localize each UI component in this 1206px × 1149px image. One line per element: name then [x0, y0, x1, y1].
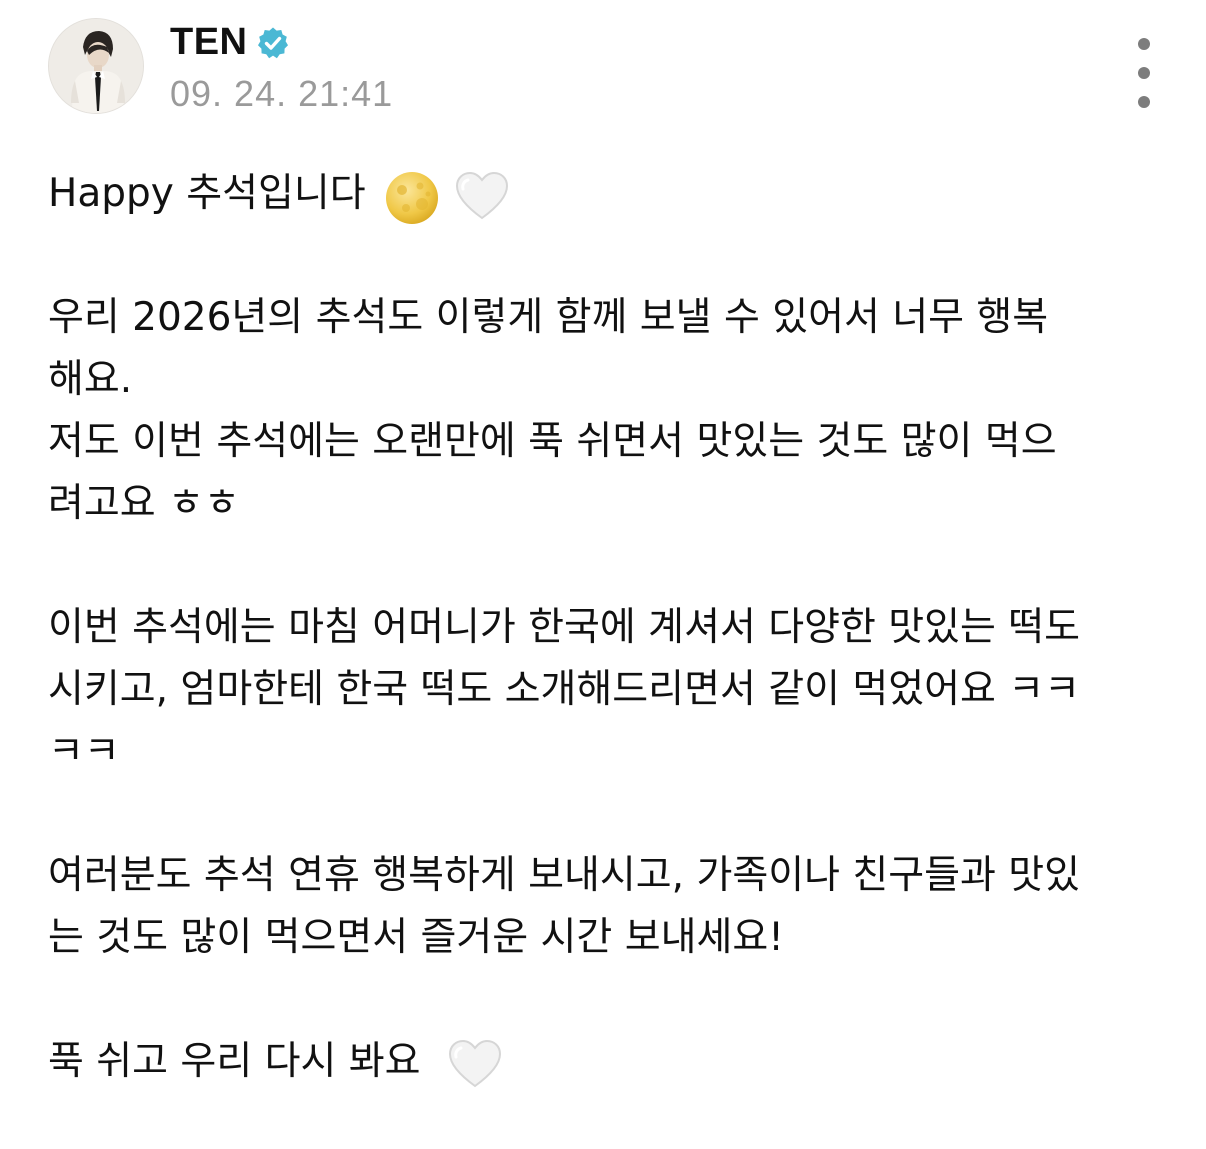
- post-text-line: 여러분도 추석 연휴 행복하게 보내시고, 가족이나 친구들과 맛있: [48, 853, 1081, 898]
- author-avatar[interactable]: [48, 18, 144, 114]
- post-text-line: 는 것도 많이 먹으면서 즐거운 시간 보내세요!: [48, 915, 784, 960]
- post-paragraph-3: 이번 추석에는 마침 어머니가 한국에 계셔서 다양한 맛있는 떡도 시키고, …: [48, 597, 1168, 783]
- more-vertical-icon: [1138, 38, 1150, 50]
- post-text-line: 저도 이번 추석에는 오랜만에 푹 쉬면서 맛있는 것도 많이 먹으: [48, 419, 1057, 464]
- post-text: 푹 쉬고 우리 다시 봐요: [48, 1039, 421, 1084]
- white-heart-icon: [447, 1036, 503, 1092]
- post-text-line: 려고요 ㅎㅎ: [48, 481, 240, 526]
- full-moon-face-icon: [384, 168, 440, 224]
- white-heart-icon: [454, 168, 510, 224]
- post-line-greeting: Happy 추석입니다: [48, 163, 1168, 225]
- post-header: TEN 09. 24. 21:41: [48, 18, 1158, 118]
- profile-photo-icon: [49, 19, 143, 113]
- post-line-closing: 푹 쉬고 우리 다시 봐요: [48, 1031, 1168, 1093]
- post-text: Happy 추석입니다: [48, 171, 366, 216]
- author-name-row: TEN: [170, 20, 290, 64]
- post-text-line: 우리 2026년의 추석도 이렇게 함께 보낼 수 있어서 너무 행복: [48, 295, 1049, 340]
- author-name[interactable]: TEN: [170, 21, 248, 64]
- more-vertical-icon-dot: [1138, 96, 1150, 108]
- post-text-line: 시키고, 엄마한테 한국 떡도 소개해드리면서 같이 먹었어요 ㅋㅋ: [48, 667, 1081, 712]
- post-text-line: 해요.: [48, 357, 133, 402]
- post-text-line: 이번 추석에는 마침 어머니가 한국에 계셔서 다양한 맛있는 떡도: [48, 605, 1081, 650]
- post-card: TEN 09. 24. 21:41 Happy 추석입니다 우리 2026년의 …: [0, 0, 1206, 1149]
- post-timestamp: 09. 24. 21:41: [170, 73, 394, 114]
- more-vertical-icon-dot: [1138, 67, 1150, 79]
- more-options-button[interactable]: [1130, 38, 1158, 108]
- post-paragraph-2: 우리 2026년의 추석도 이렇게 함께 보낼 수 있어서 너무 행복 해요. …: [48, 287, 1168, 535]
- post-body: Happy 추석입니다 우리 2026년의 추석도 이렇게 함께 보낼 수 있어…: [48, 163, 1168, 1093]
- post-paragraph-4: 여러분도 추석 연휴 행복하게 보내시고, 가족이나 친구들과 맛있 는 것도 …: [48, 845, 1168, 969]
- verified-badge-icon: [256, 26, 290, 60]
- post-text-line: ㅋㅋ: [48, 729, 120, 774]
